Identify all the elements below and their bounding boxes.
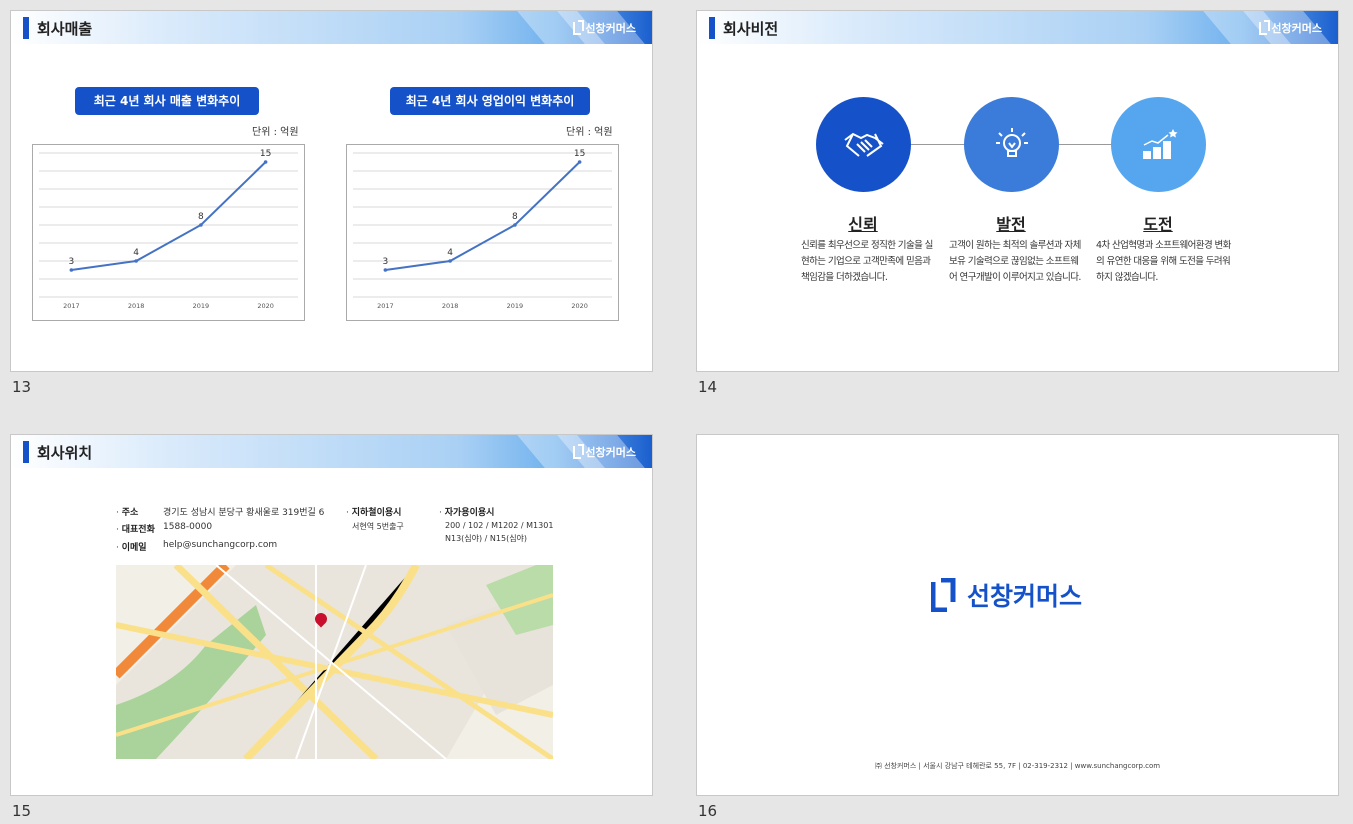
value-text: 고객이 원하는 최적의 솔루션과 자체 보유 기술력으로 끊임없는 소프트웨어 …	[949, 240, 1081, 283]
slide-title: 회사매출	[37, 20, 93, 38]
slide-14[interactable]: 회사비전 선창커머스 신뢰 발전 도전 신뢰를 최우선으로 정직한 기술을 실현…	[696, 10, 1339, 372]
slide-16[interactable]: 선창커머스 ㈜ 선창커머스 | 서울시 강남구 테헤란로 55, 7F | 02…	[696, 434, 1339, 796]
phone-label: 대표전화	[121, 525, 155, 535]
slide-number: 16	[698, 802, 718, 820]
data-label: 8	[198, 212, 204, 222]
data-label: 15	[574, 149, 585, 159]
value-heading: 도전	[1143, 215, 1173, 234]
slide-13[interactable]: 회사매출 선창커머스 최근 4년 회사 매출 변화추이 최근 4년 회사 영업이…	[10, 10, 653, 372]
data-label: 8	[512, 212, 518, 222]
x-tick-label: 2019	[193, 302, 210, 310]
logo-icon	[573, 443, 585, 459]
logo-icon	[931, 578, 956, 612]
data-point	[134, 259, 138, 263]
slide-number: 15	[12, 802, 32, 820]
slide-title: 회사비전	[723, 20, 779, 38]
company-logo: 선창커머스	[931, 577, 1082, 613]
data-point	[577, 160, 582, 164]
value-heading: 발전	[996, 215, 1026, 234]
car-value-2: N13(심야) / N15(심야)	[445, 534, 528, 543]
data-label: 4	[133, 248, 139, 258]
slide-header: 회사위치 선창커머스	[11, 435, 652, 468]
chart-title-profit: 최근 4년 회사 영업이익 변화추이	[390, 87, 590, 115]
logo-icon	[573, 19, 585, 35]
slide-15[interactable]: 회사위치 선창커머스 · 주소 경기도 성남시 분당구 황새울로 319번길 6…	[10, 434, 653, 796]
data-label: 3	[69, 257, 75, 267]
address-value: 경기도 성남시 분당구 황새울로 319번길 6	[163, 508, 325, 518]
slide-header: 회사매출 선창커머스	[11, 11, 652, 44]
x-tick-label: 2017	[377, 302, 394, 310]
subway-value: 서현역 5번출구	[352, 522, 404, 531]
series-line	[71, 161, 267, 271]
car-value-1: 200 / 102 / M1202 / M1301	[445, 521, 554, 530]
value-text: 4차 산업혁명과 소프트웨어환경 변화의 유연한 대응을 위해 도전을 두려워하…	[1096, 240, 1231, 283]
slide-number: 13	[12, 378, 32, 396]
car-label: 자가용이용시	[444, 508, 495, 518]
x-tick-label: 2017	[63, 302, 80, 310]
chart-title-sales: 최근 4년 회사 매출 변화추이	[75, 87, 259, 115]
footer-info: ㈜ 선창커머스 | 서울시 강남구 테헤란로 55, 7F | 02-319-2…	[874, 762, 1161, 770]
phone-value: 1588-0000	[163, 522, 213, 532]
data-point	[199, 223, 203, 227]
unit-label: 단위 : 억원	[252, 127, 299, 138]
data-label: 15	[260, 149, 271, 159]
brand-logo: 선창커머스	[573, 19, 636, 36]
data-point	[69, 268, 74, 272]
profit-line-chart: 3 4 8 15 2017 2018 2019 2020	[346, 144, 619, 321]
data-label: 3	[383, 257, 389, 267]
address-label: 주소	[121, 508, 139, 518]
data-point	[383, 268, 388, 272]
data-point	[448, 259, 452, 263]
sales-line-chart: 3 4 8 15 2017 2018 2019 2020	[32, 144, 305, 321]
slide-header: 회사비전 선창커머스	[697, 11, 1338, 44]
handshake-icon	[816, 97, 911, 192]
series-line	[385, 161, 581, 271]
unit-label: 단위 : 억원	[566, 127, 613, 138]
data-point	[513, 223, 517, 227]
growth-chart-icon	[1111, 97, 1206, 192]
x-tick-label: 2018	[128, 302, 145, 310]
logo-icon	[1259, 19, 1271, 35]
slide-number: 14	[698, 378, 718, 396]
value-text: 신뢰를 최우선으로 정직한 기술을 실현하는 기업으로 고객만족에 믿음과 책임…	[801, 240, 933, 283]
lightbulb-icon	[964, 97, 1059, 192]
x-tick-label: 2020	[571, 302, 588, 310]
email-label: 이메일	[121, 543, 147, 553]
x-tick-label: 2019	[507, 302, 524, 310]
value-heading: 신뢰	[848, 215, 878, 234]
subway-label: 지하철이용시	[351, 508, 402, 518]
brand-logo: 선창커머스	[573, 443, 636, 460]
data-label: 4	[447, 248, 453, 258]
x-tick-label: 2018	[442, 302, 459, 310]
email-value[interactable]: help@sunchangcorp.com	[163, 540, 277, 550]
data-point	[263, 160, 268, 164]
brand-logo: 선창커머스	[1259, 19, 1322, 36]
location-map[interactable]	[116, 565, 553, 759]
x-tick-label: 2020	[257, 302, 274, 310]
slide-title: 회사위치	[37, 444, 93, 462]
